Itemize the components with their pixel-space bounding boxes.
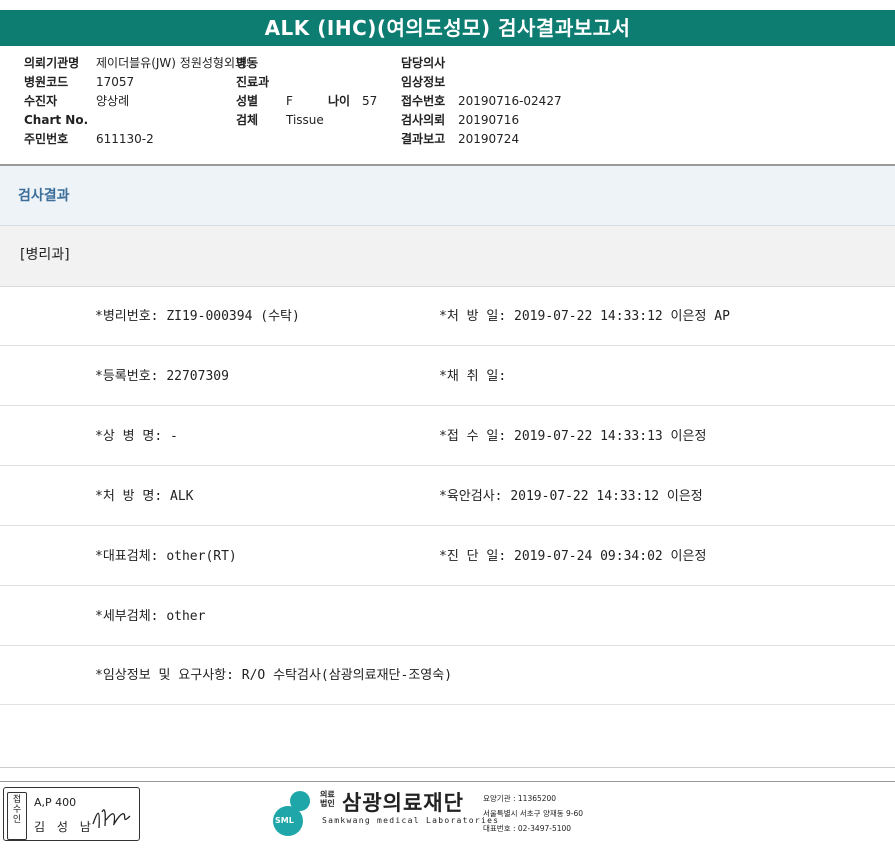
result-row: *등록번호: 22707309 *채 취 일: bbox=[0, 346, 895, 406]
result-row: *상 병 명: - *접 수 일: 2019-07-22 14:33:13 이은… bbox=[0, 406, 895, 466]
age-label: 나이 bbox=[328, 94, 351, 108]
sml-logo-icon bbox=[273, 791, 310, 836]
header-col2: 병동 진료과 성별 F 나이 57 검체 Tissue bbox=[236, 54, 377, 130]
org-english-name: Samkwang medical Laboratories bbox=[322, 816, 500, 825]
info-row-agency: 의뢰기관명제이더블유(JW) 정원성형외과의원 bbox=[24, 56, 248, 70]
row-left: *상 병 명: - bbox=[95, 429, 178, 444]
logo-badge-text: SML bbox=[275, 816, 294, 825]
row-left: *임상정보 및 요구사항: R/O 수탁검사(삼광의료재단-조영숙) bbox=[95, 668, 453, 683]
info-row-dept: 진료과 bbox=[236, 75, 270, 89]
info-row-id: 주민번호 611130-2 bbox=[24, 132, 154, 146]
receipt-stamp: 접수인 A,P 400 김 성 남 bbox=[3, 787, 140, 841]
info-row-doctor: 담당의사 bbox=[401, 56, 446, 70]
result-row: *세부검체: other bbox=[0, 586, 895, 646]
info-row-ward: 병동 bbox=[236, 56, 259, 70]
info-row-specimen: 검체 Tissue bbox=[236, 113, 324, 127]
org-logo: SML 의료 법인 삼광의료재단 Samkwang medical Laborat… bbox=[270, 787, 590, 839]
report-title: ALK (IHC)(여의도성모) 검사결과보고서 bbox=[0, 10, 895, 46]
stamp-label: 접수인 bbox=[7, 792, 27, 840]
org-name: 삼광의료재단 bbox=[342, 791, 464, 815]
row-left: *처 방 명: ALK bbox=[95, 489, 194, 504]
age-value: 57 bbox=[362, 94, 378, 108]
result-row: *임상정보 및 요구사항: R/O 수탁검사(삼광의료재단-조영숙) bbox=[0, 645, 895, 705]
row-right: *접 수 일: 2019-07-22 14:33:13 이은정 bbox=[439, 429, 707, 444]
results-section-header: 검사결과 bbox=[0, 166, 895, 226]
info-row-patient: 수진자 양상례 bbox=[24, 94, 130, 108]
footer-divider-2 bbox=[0, 781, 895, 782]
stamp-line1: A,P 400 bbox=[34, 796, 77, 809]
footer-divider bbox=[0, 767, 895, 768]
result-row: *처 방 명: ALK *육안검사: 2019-07-22 14:33:12 이… bbox=[0, 466, 895, 526]
info-row-code: 병원코드 17057 bbox=[24, 75, 135, 89]
org-contact: 요양기관 : 11365200 서울특별시 서초구 양재동 9-60 대표번호 … bbox=[483, 794, 584, 833]
signature-icon bbox=[92, 809, 131, 829]
row-right: *채 취 일: bbox=[439, 369, 507, 384]
header-col1: 의뢰기관명제이더블유(JW) 정원성형외과의원 병원코드17057 수진자양상례… bbox=[24, 54, 248, 149]
row-left: *대표검체: other(RT) bbox=[95, 549, 237, 564]
row-right: *처 방 일: 2019-07-22 14:33:12 이은정 AP bbox=[439, 309, 730, 324]
results-section-title: 검사결과 bbox=[18, 188, 70, 204]
result-row: *대표검체: other(RT) *진 단 일: 2019-07-24 09:3… bbox=[0, 526, 895, 586]
stamp-line2: 김 성 남 bbox=[34, 820, 95, 834]
info-row-sex: 성별 F 나이 57 bbox=[236, 92, 377, 111]
pathology-section-header: [병리과] bbox=[0, 226, 895, 287]
info-row-clinical: 임상정보 bbox=[401, 75, 446, 89]
row-left: *세부검체: other bbox=[95, 609, 206, 624]
pathology-section-title: [병리과] bbox=[20, 247, 70, 263]
info-row-receipt: 접수번호 20190716-02427 bbox=[401, 94, 562, 108]
row-right: *육안검사: 2019-07-22 14:33:12 이은정 bbox=[439, 489, 703, 504]
row-left: *등록번호: 22707309 bbox=[95, 369, 229, 384]
row-left: *병리번호: ZI19-000394 (수탁) bbox=[95, 309, 300, 324]
org-type: 의료 법인 bbox=[320, 790, 335, 808]
header-col3: 담당의사 임상정보 접수번호 20190716-02427 검사의뢰 2019071… bbox=[401, 54, 562, 149]
info-row-request: 검사의뢰 20190716 bbox=[401, 113, 520, 127]
info-row-report: 결과보고 20190724 bbox=[401, 132, 520, 146]
result-row: *병리번호: ZI19-000394 (수탁) *처 방 일: 2019-07-… bbox=[0, 286, 895, 346]
info-row-chart: Chart No. bbox=[24, 113, 89, 127]
row-right: *진 단 일: 2019-07-24 09:34:02 이은정 bbox=[439, 549, 707, 564]
